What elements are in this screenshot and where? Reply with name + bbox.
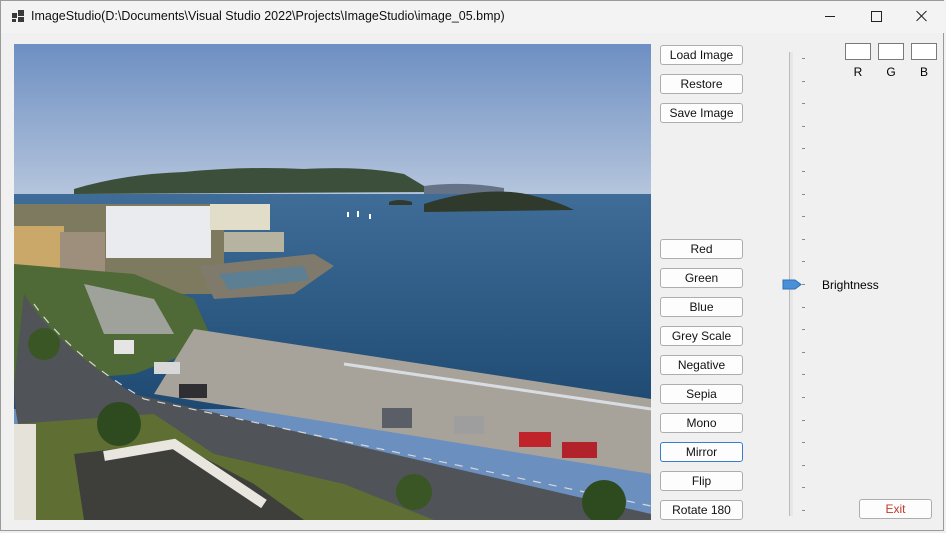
save-image-button[interactable]: Save Image [660,103,743,123]
slider-tick [802,125,805,127]
sepia-button[interactable]: Sepia [660,384,743,404]
exit-button[interactable]: Exit [859,499,932,519]
brightness-slider-thumb[interactable] [782,279,802,290]
brightness-label: Brightness [822,278,879,292]
slider-tick [802,374,805,376]
slider-tick [802,216,805,218]
minimize-button[interactable] [807,1,853,31]
rotate-180-button[interactable]: Rotate 180 [660,500,743,520]
close-button[interactable] [899,1,945,31]
slider-tick [802,397,805,398]
slider-tick [802,442,805,444]
red-filter-button[interactable]: Red [660,239,743,259]
r-label: R [853,65,863,79]
slider-tick [802,284,805,285]
mono-button[interactable]: Mono [660,413,743,433]
negative-button[interactable]: Negative [660,355,743,375]
restore-button[interactable]: Restore [660,74,743,94]
coastal-photo-image [14,44,651,520]
minimize-icon [825,15,835,17]
window-title: ImageStudio(D:\Documents\Visual Studio 2… [31,9,505,23]
slider-tick [802,193,805,195]
slider-tick [802,238,805,240]
slider-tick [802,510,805,511]
title-bar[interactable]: ImageStudio(D:\Documents\Visual Studio 2… [1,1,945,33]
g-label: G [886,65,896,79]
slider-tick [802,58,805,59]
r-value-box [845,43,871,60]
grey-scale-button[interactable]: Grey Scale [660,326,743,346]
slider-tick [802,148,805,150]
slider-tick [802,261,805,263]
green-filter-button[interactable]: Green [660,268,743,288]
slider-tick [802,80,805,82]
blue-filter-button[interactable]: Blue [660,297,743,317]
slider-tick [802,351,805,353]
flip-button[interactable]: Flip [660,471,743,491]
b-label: B [919,65,928,79]
close-icon [916,10,928,22]
app-icon [12,10,24,22]
picture-box[interactable] [14,44,651,520]
mirror-button[interactable]: Mirror [660,442,743,462]
maximize-button[interactable] [853,1,899,31]
maximize-icon [870,10,882,22]
b-value-box [911,43,937,60]
slider-tick [802,329,805,331]
slider-tick [802,487,805,489]
slider-thumb-icon [782,279,802,289]
slider-tick [802,306,805,308]
slider-tick [802,419,805,421]
slider-tick [802,103,805,105]
load-image-button[interactable]: Load Image [660,45,743,65]
g-value-box [878,43,904,60]
slider-tick [802,464,805,466]
slider-tick [802,171,805,172]
